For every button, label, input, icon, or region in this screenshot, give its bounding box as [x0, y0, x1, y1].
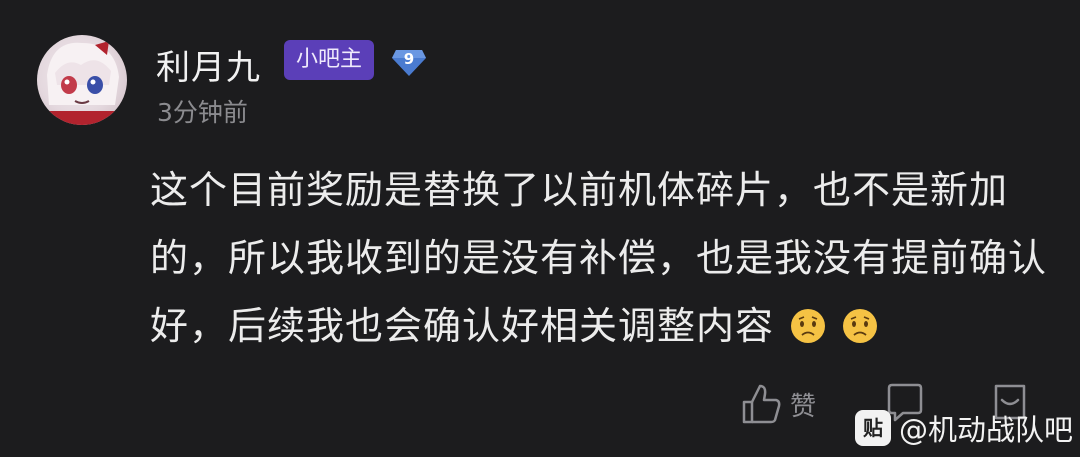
anime-avatar-icon: [47, 41, 119, 125]
role-badge: 小吧主: [284, 40, 375, 80]
user-avatar[interactable]: [37, 35, 127, 125]
level-badge: 9: [390, 42, 428, 80]
watermark-text: @机动战队吧: [899, 413, 1074, 447]
post-text: 这个目前奖励是替换了以前机体碎片，也不是新加的，所以我收到的是没有补偿，也是我没…: [150, 168, 1048, 348]
level-number: 9: [403, 50, 415, 68]
like-label[interactable]: 赞: [790, 386, 816, 423]
worried-face-emoji: [790, 308, 826, 344]
tieba-logo-icon: 贴: [855, 410, 891, 446]
thumbs-up-icon[interactable]: [740, 382, 782, 426]
post-card: 利月九 小吧主 9 3分钟前 这个目前奖励是替换了以前机体碎片，也不是新加的，所…: [0, 0, 1080, 457]
post-timestamp: 3分钟前: [157, 98, 248, 127]
worried-face-emoji: [842, 308, 878, 344]
watermark: 贴 @机动战队吧: [855, 408, 1073, 448]
post-content: 这个目前奖励是替换了以前机体碎片，也不是新加的，所以我收到的是没有补偿，也是我没…: [150, 156, 1050, 360]
username[interactable]: 利月九: [156, 40, 261, 89]
